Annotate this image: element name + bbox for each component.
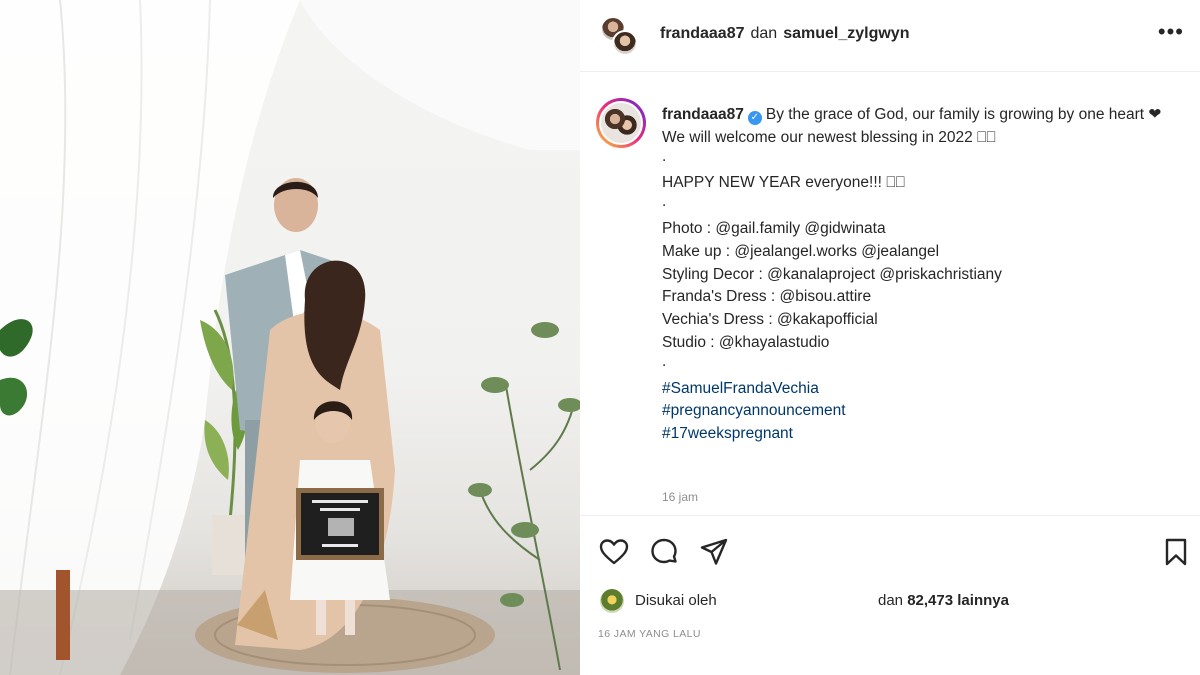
credit-line: Studio : @khayalastudio (662, 333, 830, 351)
credit-line: Vechia's Dress : @kakapofficial (662, 311, 878, 329)
hashtag-link[interactable]: #pregnancyannouncement (662, 400, 1182, 423)
likes-joiner: dan (878, 592, 904, 609)
credit-line: Photo : @gail.family @gidwinata (662, 219, 886, 237)
family-photo (0, 0, 580, 675)
header-username-1[interactable]: frandaaa87 (660, 25, 745, 42)
share-icon[interactable] (698, 536, 730, 568)
caption-dot: . (662, 193, 667, 211)
caption-time[interactable]: 16 jam (662, 490, 698, 504)
header-username-2[interactable]: samuel_zylgwyn (783, 25, 909, 42)
caption-line-3: HAPPY NEW YEAR everyone!!! ⎕⎕ (662, 174, 905, 192)
liker-avatar[interactable] (600, 589, 624, 613)
caption-dot: . (662, 147, 667, 165)
post-photo[interactable] (0, 0, 580, 675)
hashtag-link[interactable]: #17weekspregnant (662, 423, 1182, 446)
header-usernames: frandaaa87 dan samuel_zylgwyn (660, 25, 909, 43)
hashtag-link[interactable]: #SamuelFrandaVechia (662, 378, 1182, 401)
caption-avatar[interactable] (596, 98, 646, 148)
liked-by-label: Disukai oleh (635, 592, 717, 609)
comment-icon[interactable] (648, 536, 680, 568)
header-joiner: dan (750, 25, 778, 42)
verified-badge-icon: ✓ (747, 111, 762, 125)
heart-icon[interactable] (598, 536, 630, 568)
credit-line: Franda's Dress : @bisou.attire (662, 288, 872, 306)
bookmark-icon[interactable] (1160, 536, 1192, 568)
caption-line-2: We will welcome our newest blessing in 2… (662, 128, 996, 146)
collab-avatar[interactable] (598, 14, 642, 58)
likes-count: 82,473 (907, 592, 954, 609)
likes-suffix: lainnya (957, 592, 1009, 609)
caption-line-1: By the grace of God, our family is growi… (765, 106, 1162, 123)
caption-dot: . (662, 352, 667, 370)
post-header: frandaaa87 dan samuel_zylgwyn ••• (580, 0, 1200, 72)
more-horizontal-icon[interactable]: ••• (1158, 21, 1184, 43)
caption: frandaaa87 ✓ By the grace of God, our fami… (662, 104, 1182, 446)
post-side-panel: frandaaa87 dan samuel_zylgwyn ••• frandaaa… (580, 0, 1200, 675)
caption-username[interactable]: frandaaa87 (662, 106, 744, 123)
likes-summary: Disukai oleh dan 82,473 lainnya (598, 588, 1188, 614)
likes-count-link[interactable]: dan 82,473 lainnya (878, 592, 1009, 609)
post-timestamp[interactable]: 16 JAM YANG LALU (598, 628, 701, 640)
credit-line: Make up : @jealangel.works @jealangel (662, 242, 940, 260)
action-bar (580, 515, 1200, 585)
credit-line: Styling Decor : @kanalaproject @priskach… (662, 265, 1002, 283)
